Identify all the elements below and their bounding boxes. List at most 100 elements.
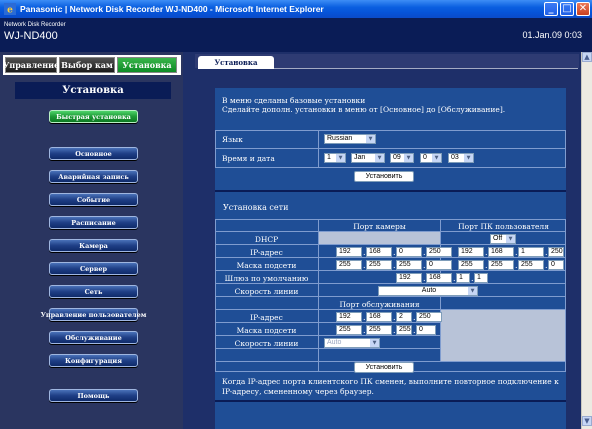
- sidebar-heading: Установка: [15, 82, 171, 99]
- gateway-octet-1[interactable]: 192: [396, 273, 422, 283]
- language-select[interactable]: Russian ▼: [324, 134, 376, 144]
- pc-port-header: Порт ПК пользователя: [458, 222, 549, 231]
- maximize-button[interactable]: □: [560, 2, 574, 16]
- brand-subtitle: Network Disk Recorder: [4, 22, 66, 28]
- tab-camera-select[interactable]: Выбор кам: [59, 57, 115, 73]
- close-icon: ✕: [578, 3, 588, 14]
- language-value: Russian: [327, 135, 353, 142]
- hour-select[interactable]: 0 ▼: [420, 153, 442, 163]
- chevron-down-icon: ▼: [506, 235, 515, 243]
- tab-setup[interactable]: Установка: [117, 57, 177, 73]
- camera-ip-octet-3[interactable]: 0: [396, 247, 422, 257]
- maintenance-ip-octet-3[interactable]: 2: [396, 312, 412, 322]
- day-value: 1: [327, 154, 331, 161]
- minimize-icon: _: [548, 3, 554, 14]
- maintenance-mask-octet-4[interactable]: 0: [416, 325, 436, 335]
- sidebar-item-network[interactable]: Сеть: [49, 285, 138, 298]
- datetime-label: Время и дата: [222, 154, 275, 163]
- chevron-down-icon: ▼: [375, 154, 384, 162]
- section-separator: [215, 400, 566, 402]
- line-speed-select[interactable]: Auto ▼: [378, 286, 478, 296]
- month-value: Jan: [354, 154, 366, 161]
- line-speed-label: Скорость линии: [234, 287, 299, 296]
- grid-line: [215, 244, 566, 245]
- pc-mask-octet-4[interactable]: 0: [548, 260, 564, 270]
- chevron-down-icon: ▼: [468, 287, 477, 295]
- maintenance-ip-label: IP-адрес: [250, 313, 283, 322]
- set-network-button[interactable]: Установить: [354, 362, 414, 373]
- pc-ip-octet-3[interactable]: 1: [518, 247, 544, 257]
- camera-ip-octet-1[interactable]: 192: [336, 247, 362, 257]
- pc-ip-octet-1[interactable]: 192: [458, 247, 484, 257]
- gateway-octet-4[interactable]: 1: [474, 273, 488, 283]
- sidebar-item-emergency-record[interactable]: Аварийная запись: [49, 170, 138, 183]
- network-note-line-2: IP-адресу, смененному через браузер.: [222, 387, 374, 396]
- sidebar-item-camera[interactable]: Камера: [49, 239, 138, 252]
- chevron-down-icon: ▼: [370, 339, 379, 347]
- scroll-down-icon[interactable]: ▼: [582, 416, 592, 426]
- camera-mask-octet-1[interactable]: 255: [336, 260, 362, 270]
- maintenance-mask-octet-2[interactable]: 255: [366, 325, 392, 335]
- vertical-scrollbar[interactable]: ▲ ▼: [581, 52, 592, 429]
- year-value: 09: [393, 154, 401, 161]
- hour-value: 0: [423, 154, 427, 161]
- subnet-mask-label: Маска подсети: [236, 261, 297, 270]
- sidebar-item-schedule[interactable]: Расписание: [49, 216, 138, 229]
- maintenance-ip-octet-4[interactable]: 250: [416, 312, 442, 322]
- camera-ip-octet-2[interactable]: 168: [366, 247, 392, 257]
- maximize-icon: □: [562, 3, 572, 14]
- maintenance-mask-label: Маска подсети: [236, 326, 297, 335]
- disabled-cell: [441, 310, 565, 361]
- chevron-down-icon: ▼: [336, 154, 345, 162]
- dhcp-label: DHCP: [254, 235, 279, 244]
- maintenance-speed-select[interactable]: Auto ▼: [324, 338, 380, 348]
- sidebar-item-maintenance[interactable]: Обслуживание: [49, 331, 138, 344]
- grid-line: [318, 130, 319, 168]
- set-datetime-button[interactable]: Установить: [354, 171, 414, 182]
- day-select[interactable]: 1 ▼: [324, 153, 346, 163]
- year-select[interactable]: 09 ▼: [390, 153, 414, 163]
- pc-mask-octet-3[interactable]: 255: [518, 260, 544, 270]
- gateway-octet-2[interactable]: 168: [426, 273, 452, 283]
- grid-line: [215, 257, 566, 258]
- pc-mask-octet-1[interactable]: 255: [458, 260, 484, 270]
- pc-mask-octet-2[interactable]: 255: [488, 260, 514, 270]
- ip-label: IP-адрес: [250, 248, 283, 257]
- sidebar-item-user-management[interactable]: Управление пользователем: [41, 308, 146, 321]
- close-button[interactable]: ✕: [576, 2, 590, 16]
- camera-mask-octet-3[interactable]: 255: [396, 260, 422, 270]
- camera-ip-octet-4[interactable]: 250: [426, 247, 452, 257]
- chevron-down-icon: ▼: [432, 154, 441, 162]
- tab-operation[interactable]: Управление: [3, 57, 59, 73]
- line-speed-value: Auto: [421, 287, 437, 294]
- camera-mask-octet-4[interactable]: 0: [426, 260, 452, 270]
- chevron-down-icon: ▼: [404, 154, 413, 162]
- maintenance-ip-octet-2[interactable]: 168: [366, 312, 392, 322]
- minute-select[interactable]: 03 ▼: [448, 153, 474, 163]
- sidebar-item-server[interactable]: Сервер: [49, 262, 138, 275]
- month-select[interactable]: Jan ▼: [351, 153, 385, 163]
- sidebar-item-event[interactable]: Событие: [49, 193, 138, 206]
- maintenance-mask-octet-1[interactable]: 255: [336, 325, 362, 335]
- gateway-octet-3[interactable]: 1: [456, 273, 470, 283]
- help-button[interactable]: Помощь: [49, 389, 138, 402]
- maintenance-mask-octet-3[interactable]: 255: [396, 325, 412, 335]
- dhcp-select[interactable]: Off ▼: [490, 234, 516, 244]
- grid-line: [215, 283, 566, 284]
- grid-line: [215, 270, 566, 271]
- chevron-down-icon: ▼: [464, 154, 473, 162]
- camera-mask-octet-2[interactable]: 255: [366, 260, 392, 270]
- scroll-up-icon[interactable]: ▲: [582, 52, 592, 62]
- sidebar-item-configuration[interactable]: Конфигурация: [49, 354, 138, 367]
- network-section-title: Установка сети: [215, 200, 566, 215]
- quick-setup-button[interactable]: Быстрая установка: [49, 110, 138, 123]
- maintenance-ip-octet-1[interactable]: 192: [336, 312, 362, 322]
- minimize-button[interactable]: _: [544, 2, 558, 16]
- sidebar-item-basic[interactable]: Основное: [49, 147, 138, 160]
- minute-value: 03: [451, 154, 459, 161]
- svg-text:e: e: [7, 6, 13, 16]
- maintenance-speed-label: Скорость линии: [234, 339, 299, 348]
- pc-ip-octet-2[interactable]: 168: [488, 247, 514, 257]
- disabled-cell: [319, 232, 440, 244]
- pc-ip-octet-4[interactable]: 250: [548, 247, 564, 257]
